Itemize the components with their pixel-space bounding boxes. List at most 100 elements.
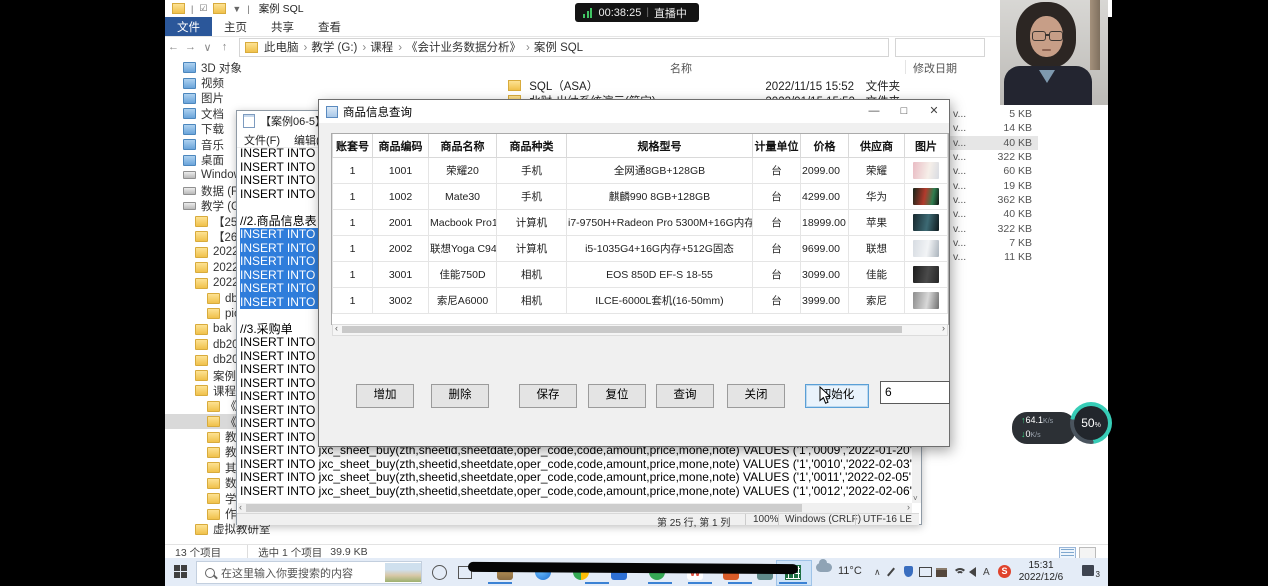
taskbar-search-input[interactable]: 在这里输入你要搜索的内容	[196, 561, 422, 584]
presenter-mouth	[1042, 49, 1051, 51]
dialog-button[interactable]: 增加	[356, 384, 414, 408]
tab-home[interactable]: 主页	[212, 17, 259, 36]
table-row[interactable]: 1 3001 佳能750D 相机 EOS 850D EF-S 18-55 台 3…	[333, 262, 948, 288]
weather-cloud-icon[interactable]	[816, 563, 832, 572]
dialog-button[interactable]: 复位	[588, 384, 646, 408]
table-header-cell[interactable]: 商品编码	[373, 134, 429, 158]
sidebar-item[interactable]: 视频	[165, 75, 330, 90]
dialog-button[interactable]: 初始化	[805, 384, 869, 408]
breadcrumb-analysis[interactable]: 《会计业务数据分析》	[404, 39, 532, 55]
table-horizontal-scrollbar[interactable]: ‹ ›	[332, 324, 948, 336]
column-header-name[interactable]: 名称	[670, 60, 692, 76]
scrollbar-thumb[interactable]	[342, 326, 902, 333]
table-row[interactable]: 1 2002 联想Yoga C940 计算机 i5-1035G4+16G内存+5…	[333, 236, 948, 262]
table-row[interactable]: 1 2001 Macbook Pro16 计算机 i7-9750H+Radeon…	[333, 210, 948, 236]
hidden-icons-chevron-icon[interactable]: ∧	[874, 567, 881, 578]
wifi-icon[interactable]	[953, 568, 967, 582]
network-speed-widget[interactable]: ↑64.1K/s ↓0K/s	[1012, 412, 1076, 444]
display-icon[interactable]	[919, 567, 932, 577]
explorer-search-input[interactable]	[895, 38, 985, 57]
scroll-right-icon[interactable]: ›	[907, 502, 910, 512]
table-header-cell[interactable]: 商品名称	[429, 134, 497, 158]
file-row[interactable]: v... 322 KB	[950, 221, 1038, 235]
stream-timer: 00:38:25	[599, 7, 642, 19]
file-row[interactable]: v... 40 KB	[950, 136, 1038, 150]
column-header-date[interactable]: 修改日期	[913, 60, 957, 76]
dialog-button[interactable]: 删除	[431, 384, 489, 408]
tab-file[interactable]: 文件	[165, 17, 212, 36]
scroll-right-icon[interactable]: ›	[942, 323, 945, 333]
table-header-cell[interactable]: 图片	[905, 134, 948, 158]
back-icon[interactable]: ←	[165, 41, 182, 53]
scroll-left-icon[interactable]: ‹	[335, 323, 338, 333]
tab-view[interactable]: 查看	[306, 17, 353, 36]
pen-icon[interactable]	[887, 568, 895, 577]
sidebar-item[interactable]: 图片	[165, 91, 330, 106]
table-header-cell[interactable]: 价格	[801, 134, 849, 158]
gauge-unit: %	[1095, 422, 1101, 429]
forward-icon[interactable]: →	[182, 41, 199, 53]
scroll-down-icon[interactable]: ˅	[913, 494, 918, 503]
table-row[interactable]: 1 1002 Mate30 手机 麒麟990 8GB+128GB 台 4299.…	[333, 184, 948, 210]
properties-icon[interactable]: ☑	[199, 3, 207, 14]
line-ending: Windows (CRLF)	[785, 514, 861, 525]
dialog-button[interactable]: 关闭	[727, 384, 785, 408]
file-row[interactable]: v... 5 KB	[950, 107, 1038, 121]
breadcrumb-this-pc[interactable]: 此电脑	[262, 39, 309, 55]
hardware-icon[interactable]	[936, 568, 947, 577]
file-row[interactable]: v... 11 KB	[950, 250, 1038, 264]
notepad-horizontal-scrollbar[interactable]: ‹ ›	[238, 503, 912, 513]
file-row[interactable]: v... 14 KB	[950, 121, 1038, 135]
taskbar-clock[interactable]: 15:31 2022/12/6	[1010, 560, 1072, 584]
start-button[interactable]	[174, 565, 187, 578]
performance-gauge-widget[interactable]: 50%	[1070, 402, 1112, 444]
record-count-input[interactable]: 6	[880, 381, 950, 404]
scroll-left-icon[interactable]: ‹	[239, 502, 242, 512]
sidebar-item[interactable]: 3D 对象	[165, 60, 330, 75]
menu-file[interactable]: 文件(F)	[237, 131, 287, 147]
dialog-title-bar[interactable]: 商品信息查询 — □ ✕	[319, 100, 949, 123]
selected-size: 39.9 KB	[330, 546, 367, 558]
search-highlight-image[interactable]	[385, 563, 421, 582]
table-header-cell[interactable]: 供应商	[849, 134, 905, 158]
breadcrumb-drive[interactable]: 教学 (G:)	[309, 39, 368, 55]
table-header-cell[interactable]: 计量单位	[753, 134, 801, 158]
file-row[interactable]: v... 362 KB	[950, 193, 1038, 207]
close-icon[interactable]: ✕	[919, 100, 949, 122]
scrollbar-thumb[interactable]	[246, 504, 802, 512]
dialog-button[interactable]: 查询	[656, 384, 714, 408]
column-divider[interactable]	[905, 60, 906, 74]
table-row[interactable]: 1 3002 索尼A6000 相机 ILCE-6000L套机(16-50mm) …	[333, 288, 948, 314]
encoding: UTF-16 LE	[863, 514, 912, 525]
file-row[interactable]: v... 60 KB	[950, 164, 1038, 178]
customize-qat-chevron-icon[interactable]: ▼	[232, 4, 241, 14]
input-method-indicator[interactable]: A	[983, 567, 990, 578]
up-icon[interactable]: ↑	[216, 41, 233, 53]
new-folder-icon[interactable]	[213, 3, 226, 14]
file-row[interactable]: v... 322 KB	[950, 150, 1038, 164]
maximize-icon[interactable]: □	[889, 100, 919, 122]
table-header-cell[interactable]: 规格型号	[567, 134, 753, 158]
breadcrumb-case-sql[interactable]: 案例 SQL	[532, 39, 585, 55]
breadcrumb-courses[interactable]: 课程	[368, 39, 404, 55]
table-row[interactable]: 1 1001 荣耀20 手机 全网通8GB+128GB 台 2099.00 荣耀	[333, 158, 948, 184]
file-row[interactable]: v... 7 KB	[950, 236, 1038, 250]
security-shield-icon[interactable]	[904, 566, 913, 577]
breadcrumb[interactable]: 此电脑 教学 (G:) 课程 《会计业务数据分析》 案例 SQL	[239, 38, 889, 57]
upload-unit: K/s	[1043, 418, 1053, 425]
cortana-icon[interactable]	[432, 565, 447, 580]
folder-icon	[195, 324, 208, 335]
recent-dropdown-icon[interactable]: ∨	[199, 41, 216, 54]
file-row[interactable]: v... 40 KB	[950, 207, 1038, 221]
notification-center-icon[interactable]: 3	[1082, 565, 1094, 576]
temperature[interactable]: 11°C	[838, 565, 862, 577]
file-row[interactable]: v... 19 KB	[950, 178, 1038, 192]
glasses-left-lens	[1032, 31, 1046, 41]
table-header-cell[interactable]: 账套号	[333, 134, 373, 158]
table-header-cell[interactable]: 商品种类	[497, 134, 567, 158]
dialog-button[interactable]: 保存	[519, 384, 577, 408]
file-row[interactable]: SQL（ASA） 2022/11/15 15:52 文件夹	[505, 78, 900, 94]
minimize-icon[interactable]: —	[859, 100, 889, 122]
tab-share[interactable]: 共享	[259, 17, 306, 36]
volume-icon[interactable]	[969, 567, 976, 577]
